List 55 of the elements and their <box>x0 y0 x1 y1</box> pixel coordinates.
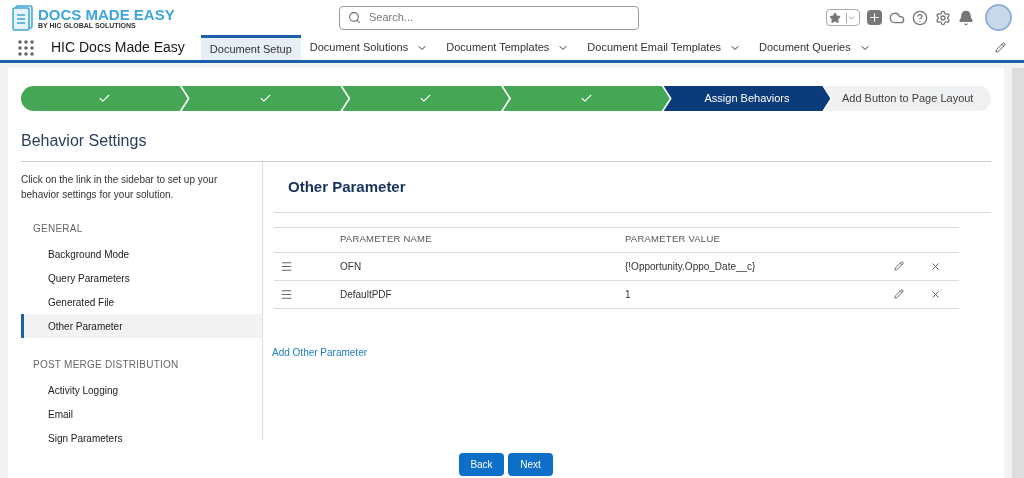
document-logo-icon <box>12 4 34 31</box>
check-icon <box>258 92 272 105</box>
check-icon <box>419 92 433 105</box>
edit-icon[interactable] <box>894 261 904 271</box>
close-icon[interactable] <box>930 260 941 272</box>
panel-title: Other Parameter <box>274 162 991 213</box>
progress-step[interactable]: Add Button to Page Layout <box>824 86 992 111</box>
notifications-icon[interactable] <box>958 9 974 26</box>
help-icon[interactable] <box>912 9 928 26</box>
app-launcher-icon[interactable] <box>18 39 34 56</box>
app-name: HIC Docs Made Easy <box>51 38 185 57</box>
nav-tab[interactable]: Document Setup <box>200 35 301 60</box>
page-title: Behavior Settings <box>21 129 991 162</box>
sidebar-intro: Click on the link in the sidebar to set up your behavior settings for your solution. <box>21 173 219 202</box>
search-field[interactable]: Search... <box>339 5 639 30</box>
table-cell-text: {!Opportunity.Oppo_Date__c} <box>625 259 757 274</box>
nav-tab[interactable]: Document Templates <box>437 35 579 60</box>
sidebar-item[interactable]: Sign Parameters <box>21 426 262 450</box>
sidebar-heading: GENERAL <box>32 222 84 236</box>
add-button[interactable] <box>867 10 882 25</box>
nav-tab[interactable]: Document Solutions <box>300 35 438 60</box>
star-icon <box>829 12 841 24</box>
nav-button[interactable]: Back <box>459 453 504 476</box>
sidebar-item[interactable]: Background Mode <box>21 242 262 266</box>
search-icon <box>348 11 361 24</box>
check-icon <box>579 92 593 105</box>
check-icon <box>97 92 111 105</box>
sidebar-item[interactable]: Query Parameters <box>21 266 262 290</box>
logo-title: DOCS MADE EASY <box>38 6 175 22</box>
table-cell-text: 1 <box>625 287 632 302</box>
drag-handle-icon[interactable] <box>280 259 293 273</box>
sidebar-item[interactable]: Generated File <box>21 290 262 314</box>
sidebar-item[interactable]: Activity Logging <box>21 378 262 402</box>
sidebar-item[interactable]: Email <box>21 402 262 426</box>
caret-icon <box>846 13 856 23</box>
plus-icon <box>868 11 881 24</box>
add-parameter-link[interactable]: Add Other Parameter <box>272 344 991 360</box>
progress-step[interactable]: Assign Behaviors <box>663 86 831 111</box>
table-cell-text: DefaultPDF <box>340 287 393 302</box>
progress-step[interactable] <box>21 86 188 111</box>
edit-icon[interactable] <box>894 289 904 299</box>
settings-icon[interactable] <box>935 9 951 26</box>
nav-tab[interactable]: Document Queries <box>750 35 880 60</box>
sidebar-heading: POST MERGE DISTRIBUTION <box>32 358 180 372</box>
drag-handle-icon[interactable] <box>280 287 293 301</box>
progress-step[interactable] <box>181 86 349 111</box>
nav-button[interactable]: Next <box>508 453 553 476</box>
column-header: PARAMETER NAME <box>340 232 433 247</box>
edit-icon[interactable] <box>995 42 1006 53</box>
nav-tab[interactable]: Document Email Templates <box>578 35 751 60</box>
sidebar-item[interactable]: Other Parameter <box>21 314 262 338</box>
table-cell-text: OFN <box>340 259 363 274</box>
close-icon[interactable] <box>930 288 941 300</box>
favorites-button[interactable] <box>826 9 860 26</box>
column-header: PARAMETER VALUE <box>625 232 721 247</box>
